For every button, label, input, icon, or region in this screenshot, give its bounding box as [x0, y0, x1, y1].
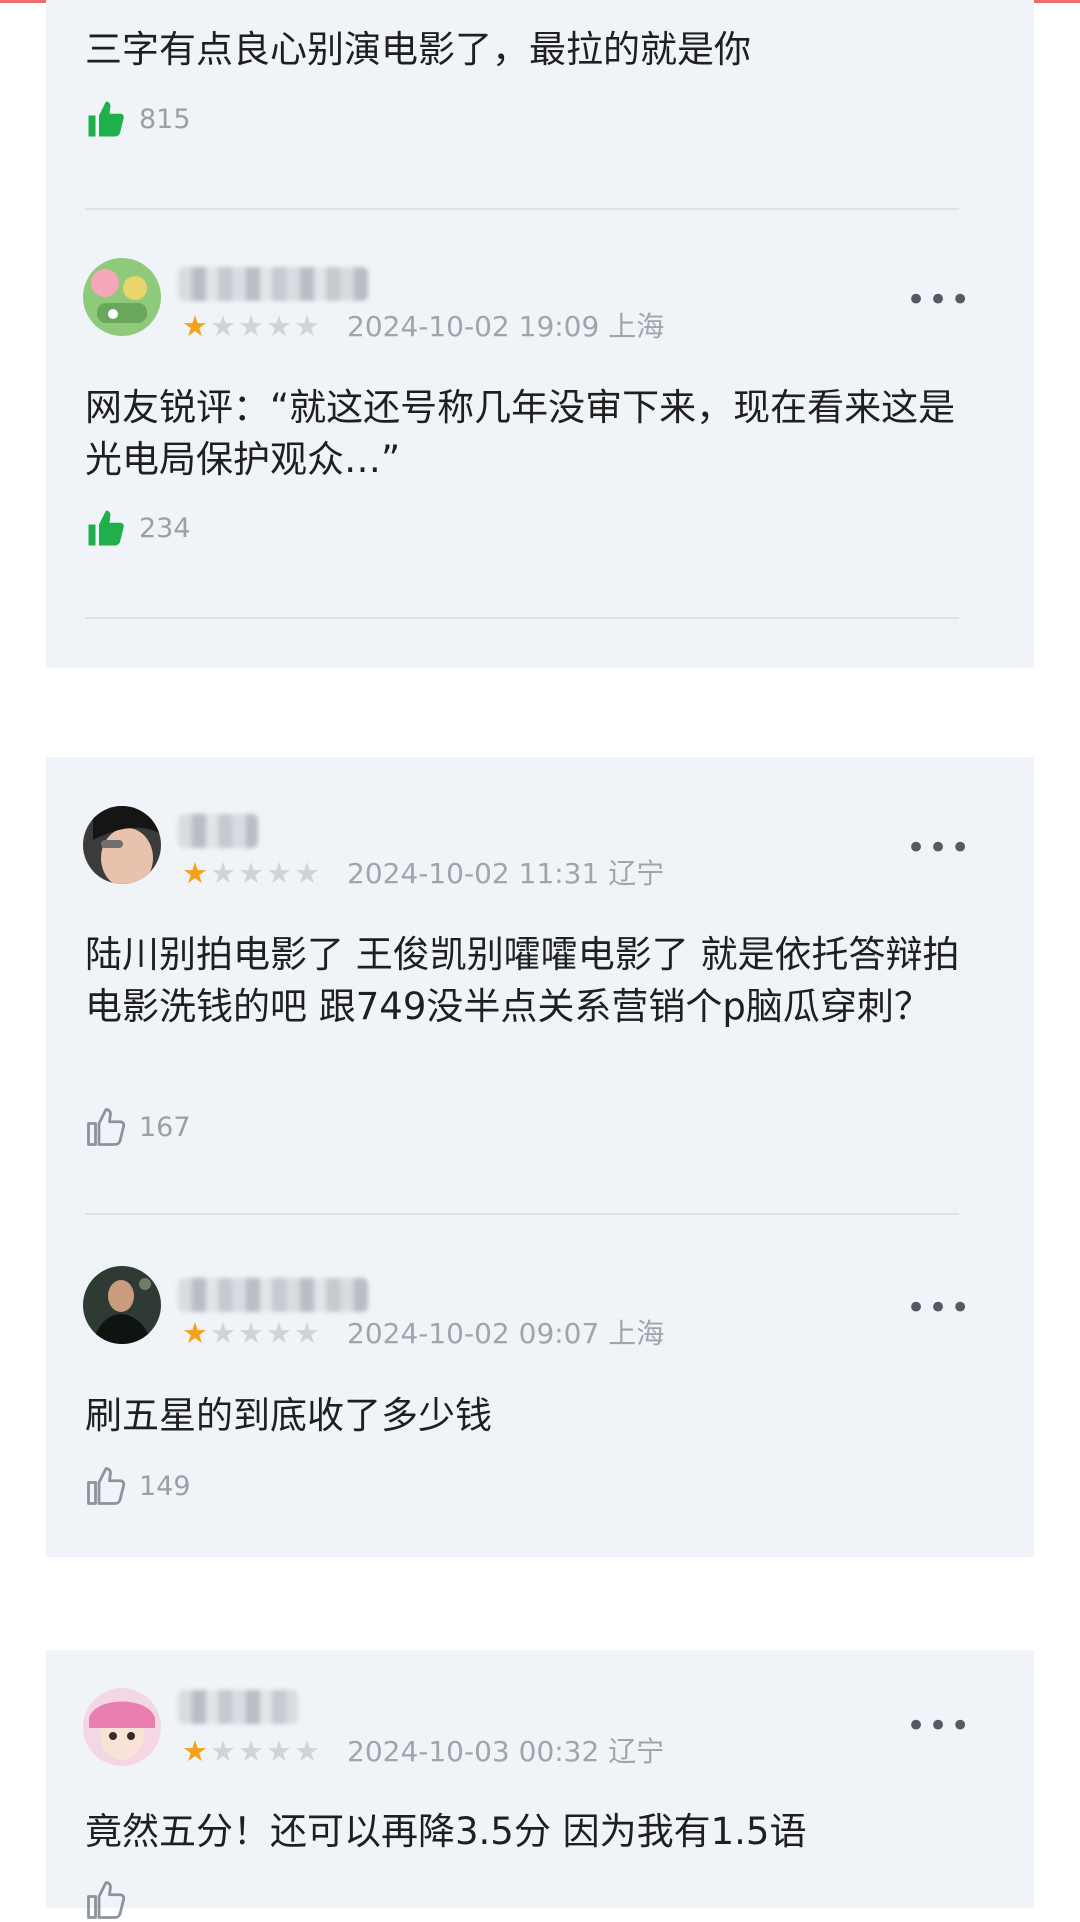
like-count: 815 — [139, 103, 191, 135]
star-icon: ★ — [238, 309, 264, 343]
star-rating: ★ ★ ★ ★ ★ — [182, 858, 320, 888]
comment-location: 辽宁 — [608, 1735, 665, 1768]
star-icon: ★ — [266, 856, 292, 890]
comment-location: 辽宁 — [608, 857, 665, 890]
like-button[interactable]: 149 — [85, 1464, 191, 1508]
avatar[interactable] — [83, 1266, 161, 1344]
star-icon: ★ — [266, 1734, 292, 1768]
comment-text: 网友锐评：“就这还号称几年没审下来，现在看来这是光电局保护观众…” — [85, 386, 956, 481]
star-icon: ★ — [238, 1734, 264, 1768]
avatar[interactable] — [83, 258, 161, 336]
thumbs-up-icon — [87, 1467, 126, 1505]
like-button[interactable]: 167 — [85, 1105, 191, 1149]
thumbs-up-icon — [88, 101, 124, 137]
star-rating: ★ ★ ★ ★ ★ — [182, 1736, 320, 1766]
comment-meta: 2024-10-02 09:07 上海 — [347, 1318, 664, 1350]
star-icon: ★ — [294, 1734, 320, 1768]
divider — [85, 208, 959, 210]
more-button[interactable]: ••• — [906, 1291, 972, 1325]
like-count: 149 — [139, 1470, 191, 1502]
comment-text: 刷五星的到底收了多少钱 — [85, 1394, 492, 1437]
more-button[interactable]: ••• — [906, 1709, 972, 1743]
avatar[interactable] — [83, 806, 161, 884]
star-icon: ★ — [238, 1316, 264, 1350]
comment-date: 2024-10-02 19:09 — [347, 310, 600, 343]
star-rating: ★ ★ ★ ★ ★ — [182, 1318, 320, 1348]
username[interactable] — [178, 1278, 368, 1312]
thumbs-up-icon — [87, 1108, 126, 1146]
username[interactable] — [178, 1690, 298, 1724]
like-count: 234 — [139, 512, 191, 544]
star-icon: ★ — [266, 1316, 292, 1350]
comment-date: 2024-10-02 09:07 — [347, 1317, 600, 1350]
comment-location: 上海 — [608, 1317, 665, 1350]
username[interactable] — [178, 267, 368, 301]
like-button[interactable]: 815 — [85, 97, 191, 141]
star-icon: ★ — [210, 1734, 236, 1768]
like-button[interactable] — [85, 1878, 127, 1922]
more-button[interactable]: ••• — [906, 831, 972, 865]
comment-text: 三字有点良心别演电影了，最拉的就是你 — [85, 28, 751, 71]
thumbs-up-icon — [87, 1881, 126, 1919]
star-rating: ★ ★ ★ ★ ★ — [182, 311, 320, 341]
comment-date: 2024-10-02 11:31 — [347, 857, 600, 890]
divider — [85, 1213, 959, 1215]
star-icon: ★ — [210, 856, 236, 890]
star-icon: ★ — [294, 856, 320, 890]
star-icon: ★ — [210, 309, 236, 343]
avatar[interactable] — [83, 1688, 161, 1766]
comment-location: 上海 — [608, 310, 665, 343]
comment-text: 陆川别拍电影了 王俊凯别嚯嚯电影了 就是依托答辩拍电影洗钱的吧 跟749没半点关… — [85, 933, 960, 1028]
comment-text: 竟然五分！还可以再降3.5分 因为我有1.5语 — [85, 1810, 807, 1853]
star-icon: ★ — [294, 309, 320, 343]
star-icon: ★ — [182, 856, 208, 890]
thumbs-up-icon — [88, 510, 124, 546]
star-icon: ★ — [294, 1316, 320, 1350]
star-icon: ★ — [266, 309, 292, 343]
comment-date: 2024-10-03 00:32 — [347, 1735, 600, 1768]
star-icon: ★ — [182, 1316, 208, 1350]
username[interactable] — [178, 814, 258, 848]
star-icon: ★ — [210, 1316, 236, 1350]
comment-meta: 2024-10-03 00:32 辽宁 — [347, 1736, 664, 1768]
like-count: 167 — [139, 1111, 191, 1143]
comment-meta: 2024-10-02 11:31 辽宁 — [347, 858, 664, 890]
star-icon: ★ — [182, 309, 208, 343]
comment-meta: 2024-10-02 19:09 上海 — [347, 311, 664, 343]
star-icon: ★ — [182, 1734, 208, 1768]
like-button[interactable]: 234 — [85, 506, 191, 550]
star-icon: ★ — [238, 856, 264, 890]
more-button[interactable]: ••• — [906, 283, 972, 317]
divider — [85, 617, 959, 619]
comment-card — [46, 1650, 1034, 1908]
